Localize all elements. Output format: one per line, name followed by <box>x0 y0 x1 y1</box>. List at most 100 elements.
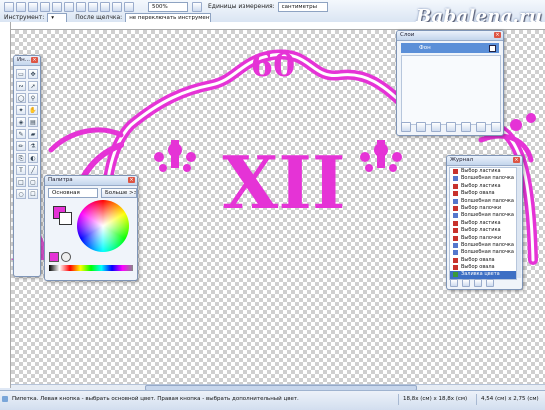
toolbar-button[interactable] <box>124 1 134 12</box>
select-rect-icon[interactable]: ▭ <box>16 69 26 79</box>
color-wheel[interactable] <box>77 200 129 252</box>
brush-icon[interactable]: ✎ <box>16 129 26 139</box>
fast-forward-icon[interactable] <box>486 279 494 287</box>
history-item-label: Волшебная палочка <box>461 249 514 256</box>
layers-toolbar <box>401 122 503 132</box>
magic-wand-icon[interactable]: ✦ <box>16 105 26 115</box>
history-item[interactable]: Выбор палочки <box>450 205 516 212</box>
history-item[interactable]: Заливка цвета <box>450 271 516 279</box>
clone-stamp-icon[interactable]: ⎘ <box>16 153 26 163</box>
palette-mode-select[interactable]: Основная <box>48 188 98 198</box>
tools-window-title: Ин... × <box>14 56 40 66</box>
zoom-icon[interactable]: ⚲ <box>28 93 38 103</box>
fleur-left <box>154 140 196 172</box>
ruler-vertical <box>0 22 11 388</box>
eraser-icon <box>453 169 458 174</box>
current-color-chip <box>49 252 59 262</box>
history-item-label: Заливка цвета <box>461 271 500 278</box>
secondary-color-swatch[interactable] <box>59 212 72 225</box>
toolbar-button[interactable] <box>100 1 110 12</box>
history-item[interactable]: Волшебная палочка <box>450 249 516 256</box>
layer-properties-icon[interactable] <box>491 122 501 132</box>
history-item[interactable]: Выбор палочки <box>450 235 516 242</box>
delete-layer-icon[interactable] <box>416 122 426 132</box>
wand-icon <box>453 213 458 219</box>
rounded-rect-icon[interactable]: ▢ <box>28 177 38 187</box>
duplicate-layer-icon[interactable] <box>431 122 441 132</box>
bucket-icon[interactable]: ◈ <box>16 117 26 127</box>
more-button[interactable]: Больше >> <box>101 188 137 198</box>
toolbar-button[interactable] <box>40 1 50 12</box>
instrument-select[interactable]: ▾ <box>47 12 68 23</box>
pan-icon[interactable]: ✋ <box>28 105 38 115</box>
history-item[interactable]: Волшебная палочка <box>450 212 516 219</box>
history-item[interactable]: Выбор ластика <box>450 227 516 234</box>
text-icon[interactable]: T <box>16 165 26 175</box>
history-scrollbar[interactable] <box>517 167 521 278</box>
toolbar-button[interactable] <box>52 1 62 12</box>
history-item[interactable]: Волшебная палочка <box>450 175 516 182</box>
color-picker-icon[interactable]: ⚗ <box>28 141 38 151</box>
toolbar-button[interactable] <box>76 1 86 12</box>
toolbar-button[interactable] <box>4 1 14 12</box>
image-size: 18,8х (см) х 18,8х (см) <box>398 394 467 405</box>
zoom-select[interactable]: 500% <box>148 1 188 12</box>
move-layer-down-icon[interactable] <box>476 122 486 132</box>
layers-title-text: Слои <box>400 32 415 38</box>
ellipse-select-icon[interactable]: ◯ <box>16 93 26 103</box>
rewind-icon[interactable] <box>450 279 458 287</box>
ellipse-icon[interactable]: ○ <box>16 189 26 199</box>
freeform-icon[interactable]: ☐ <box>28 189 38 199</box>
units-select[interactable]: сантиметры <box>277 1 328 12</box>
close-icon[interactable]: × <box>513 157 520 163</box>
history-item[interactable]: Волшебная палочка <box>450 242 516 249</box>
toolbar-button[interactable] <box>192 1 202 12</box>
instrument-label: Инструмент: <box>4 14 45 21</box>
undo-icon[interactable] <box>462 279 470 287</box>
roman-numeral-twelve: XII <box>222 140 345 225</box>
history-item[interactable]: Выбор ластика <box>450 168 516 175</box>
close-icon[interactable]: × <box>31 57 38 63</box>
history-item[interactable]: Выбор овала <box>450 257 516 264</box>
history-item[interactable]: Выбор овала <box>450 190 516 197</box>
merge-layer-icon[interactable] <box>446 122 456 132</box>
redo-icon[interactable] <box>474 279 482 287</box>
tools-title-text: Ин... <box>17 57 30 63</box>
history-item[interactable]: Волшебная палочка <box>450 198 516 205</box>
toolbar-button[interactable] <box>88 1 98 12</box>
layer-visibility-checkbox[interactable] <box>489 45 496 52</box>
history-item[interactable]: Выбор овала <box>450 264 516 271</box>
eraser-icon <box>453 183 458 189</box>
layer-row-background[interactable]: Фон <box>401 43 499 53</box>
lasso-icon[interactable]: ∾ <box>16 81 26 91</box>
eraser-icon <box>453 257 458 263</box>
history-item[interactable]: Выбор ластика <box>450 220 516 227</box>
after-click-select[interactable]: не переключать инструмент <box>125 12 212 23</box>
units-label: Единицы измерения: <box>208 3 275 10</box>
add-layer-icon[interactable] <box>401 122 411 132</box>
gradient-icon[interactable]: ▤ <box>28 117 38 127</box>
toolbar-button[interactable] <box>112 1 122 12</box>
move-selection-icon[interactable]: ➚ <box>28 81 38 91</box>
eraser-icon <box>453 220 458 226</box>
eraser-icon[interactable]: ▰ <box>28 129 38 139</box>
color-strip[interactable] <box>49 265 133 271</box>
history-item[interactable]: Выбор ластика <box>450 183 516 190</box>
toolbar-button[interactable] <box>64 1 74 12</box>
line-icon[interactable]: ╱ <box>28 165 38 175</box>
ruler-horizontal <box>10 22 545 30</box>
move-icon[interactable]: ✥ <box>28 69 38 79</box>
pencil-icon[interactable]: ✏ <box>16 141 26 151</box>
palette-window: Палитра × Основная Больше >> <box>44 175 138 281</box>
close-icon[interactable]: × <box>494 32 501 38</box>
rectangle-icon[interactable]: □ <box>16 177 26 187</box>
recolor-icon[interactable]: ◐ <box>28 153 38 163</box>
move-layer-up-icon[interactable] <box>461 122 471 132</box>
toolbar-button[interactable] <box>28 1 38 12</box>
toolbar-button[interactable] <box>16 1 26 12</box>
status-message: Пипетка. Левая кнопка - выбрать основной… <box>12 396 299 402</box>
layers-list <box>401 55 501 125</box>
close-icon[interactable]: × <box>128 177 135 183</box>
palette-icon[interactable] <box>61 252 71 262</box>
history-list: Выбор ластика Волшебная палочка Выбор ласт… <box>449 167 517 280</box>
